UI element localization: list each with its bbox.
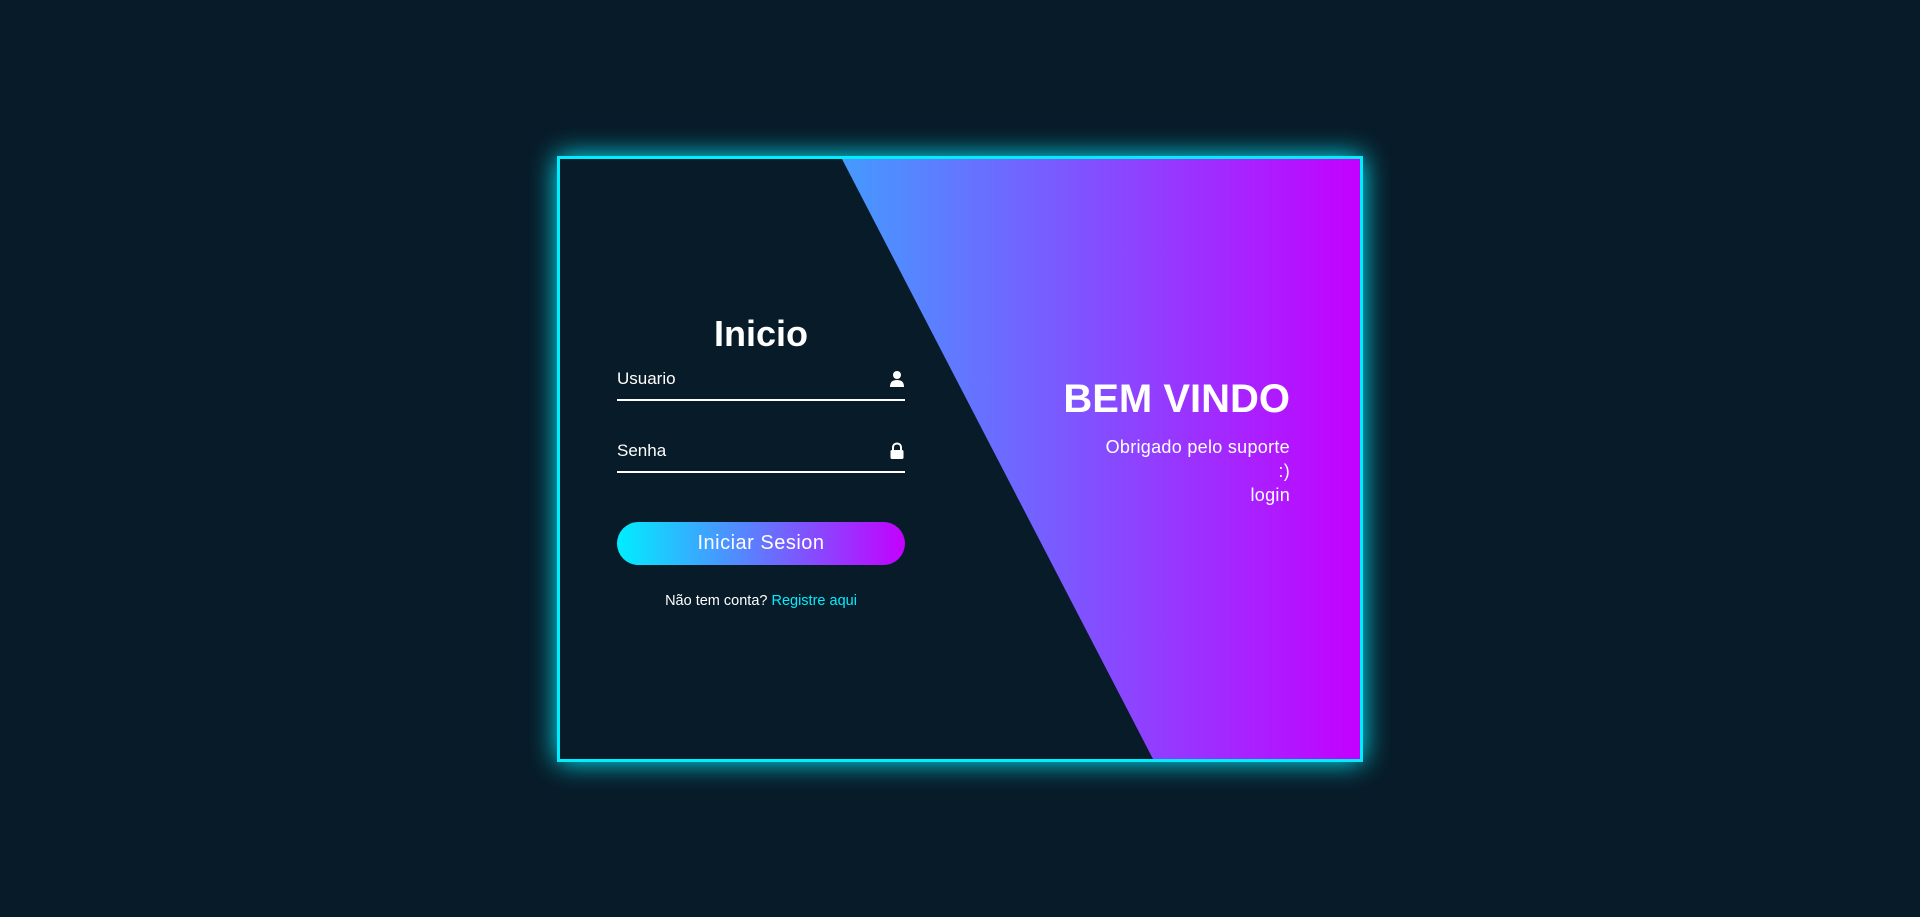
password-field-wrapper bbox=[617, 431, 905, 473]
welcome-info: BEM VINDO Obrigado pelo suporte :) login bbox=[1063, 377, 1290, 507]
register-link[interactable]: Registre aqui bbox=[771, 593, 856, 609]
register-prompt-text: Não tem conta? bbox=[665, 593, 768, 609]
username-field-wrapper bbox=[617, 359, 905, 401]
form-title: Inicio bbox=[713, 313, 808, 354]
login-form: Inicio Iniciar Sesion Não tem conta? Reg… bbox=[617, 159, 905, 759]
welcome-line-1: Obrigado pelo suporte :) bbox=[1105, 437, 1290, 481]
register-prompt: Não tem conta? Registre aqui bbox=[617, 593, 905, 609]
welcome-title: BEM VINDO bbox=[1063, 377, 1290, 421]
username-input[interactable] bbox=[617, 359, 905, 399]
lock-icon bbox=[890, 442, 904, 459]
password-input[interactable] bbox=[617, 431, 905, 471]
page: Inicio Iniciar Sesion Não tem conta? Reg… bbox=[0, 0, 1920, 917]
user-icon bbox=[890, 371, 904, 387]
welcome-line-2: login bbox=[1250, 485, 1290, 505]
welcome-text: Obrigado pelo suporte :) login bbox=[1090, 435, 1290, 507]
login-button[interactable]: Iniciar Sesion bbox=[617, 522, 905, 565]
login-card: Inicio Iniciar Sesion Não tem conta? Reg… bbox=[557, 156, 1363, 762]
